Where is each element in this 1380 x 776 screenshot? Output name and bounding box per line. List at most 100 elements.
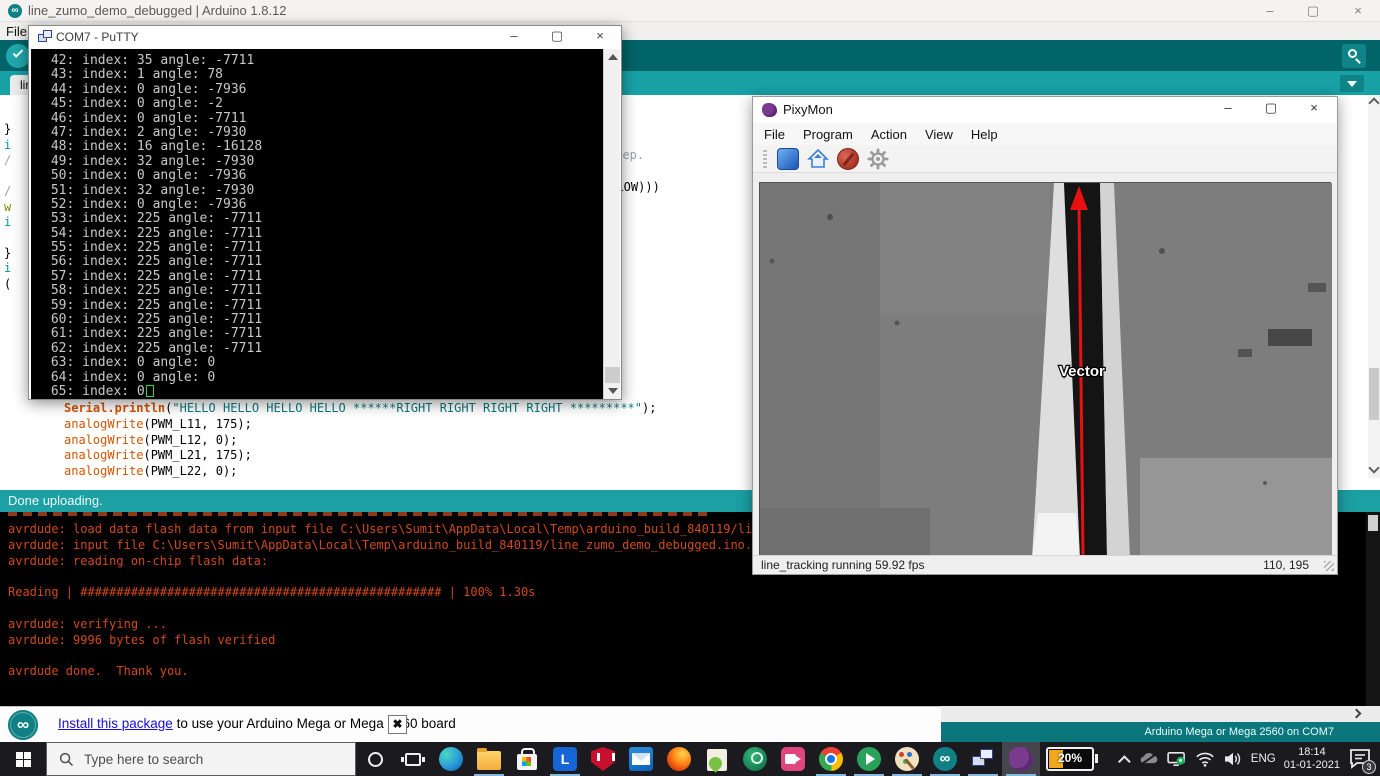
putty-window-title: COM7 - PuTTY — [56, 30, 139, 44]
check-icon — [13, 47, 24, 58]
editor-scrollbar[interactable] — [1368, 95, 1380, 478]
action-center-button[interactable]: 3 — [1348, 746, 1374, 772]
taskbar-app-chrome[interactable] — [812, 742, 850, 776]
taskbar-app-lively[interactable]: L — [546, 742, 584, 776]
display-icon[interactable] — [777, 148, 799, 170]
taskbar-app-store[interactable] — [508, 742, 546, 776]
home-icon[interactable] — [807, 148, 829, 170]
line-tracking-view: Vector — [760, 183, 1332, 558]
scroll-up-icon[interactable] — [608, 54, 618, 60]
taskbar-app-green-play[interactable] — [850, 742, 888, 776]
taskbar-app-arduino[interactable]: ∞ — [926, 742, 964, 776]
scroll-down-icon[interactable] — [608, 388, 618, 394]
putty-titlebar[interactable]: COM7 - PuTTY – ▢ × — [29, 26, 621, 49]
putty-scrollbar[interactable] — [603, 49, 620, 399]
taskbar-app-android-studio[interactable] — [736, 742, 774, 776]
putty-minimize-button[interactable]: – — [499, 27, 529, 45]
taskbar-app-putty[interactable] — [964, 742, 1002, 776]
firefox-icon — [667, 747, 691, 771]
arduino-minimize-button[interactable]: – — [1255, 2, 1285, 20]
language-indicator[interactable]: ENG — [1251, 753, 1276, 765]
volume-icon[interactable] — [1223, 751, 1243, 767]
task-view-button[interactable] — [394, 742, 432, 776]
arduino-app-icon: ∞ — [8, 4, 22, 18]
board-notification-bar: ∞ Install this package to use your Ardui… — [0, 706, 941, 742]
cortana-button[interactable] — [356, 742, 394, 776]
install-package-link[interactable]: Install this package — [58, 716, 173, 731]
scroll-up-icon[interactable] — [1368, 97, 1379, 108]
pixymon-window-title: PixyMon — [783, 102, 833, 117]
resize-grip[interactable] — [1324, 561, 1334, 571]
file-explorer-icon — [477, 751, 501, 770]
toolbar-grip — [763, 150, 767, 168]
windows-logo-icon — [16, 752, 31, 767]
pixymon-statusbar: line_tracking running 59.92 fps 110, 195 — [753, 555, 1337, 574]
chevron-right-icon[interactable] — [1352, 709, 1362, 719]
desktop: ∞ line_zumo_demo_debugged | Arduino 1.8.… — [0, 0, 1380, 776]
putty-terminal[interactable]: 42: index: 35 angle: -7711 43: index: 1 … — [31, 49, 604, 399]
search-input[interactable]: Type here to search — [46, 742, 356, 776]
arduino-window-title: line_zumo_demo_debugged | Arduino 1.8.12 — [28, 3, 287, 18]
pixymon-close-button[interactable]: × — [1299, 99, 1329, 117]
battery-meter[interactable]: 20% — [1046, 747, 1094, 771]
pixymon-minimize-button[interactable]: – — [1213, 99, 1243, 117]
verify-button[interactable] — [6, 44, 30, 68]
pixymon-menu-item[interactable]: View — [925, 127, 953, 142]
camera-feed: Vector — [759, 182, 1331, 557]
pixymon-menu-item[interactable]: File — [764, 127, 785, 142]
raw-video-icon[interactable] — [837, 148, 859, 170]
scroll-down-icon[interactable] — [1368, 462, 1379, 473]
taskbar-app-paint[interactable] — [888, 742, 926, 776]
edge-icon — [439, 747, 463, 771]
serial-monitor-button[interactable] — [1342, 44, 1366, 68]
configure-gear-icon[interactable] — [867, 148, 889, 170]
arduino-titlebar[interactable]: ∞ line_zumo_demo_debugged | Arduino 1.8.… — [0, 0, 1380, 22]
arduino-menu-item[interactable]: File — [6, 24, 27, 39]
taskbar-app-notepad-plus[interactable] — [698, 742, 736, 776]
taskbar-app-pixymon[interactable] — [1002, 742, 1040, 776]
clock-date: 01-01-2021 — [1284, 759, 1340, 772]
mail-icon — [629, 747, 653, 771]
putty-maximize-button[interactable]: ▢ — [542, 27, 572, 45]
scrollbar-thumb[interactable] — [605, 367, 620, 383]
taskbar-app-mail[interactable] — [622, 742, 660, 776]
pixymon-menu-item[interactable]: Help — [971, 127, 998, 142]
taskbar-app-file-explorer[interactable] — [470, 742, 508, 776]
wifi-icon[interactable] — [1195, 751, 1215, 767]
taskbar-app-video[interactable] — [774, 742, 812, 776]
task-view-icon — [405, 753, 421, 766]
cursor-coordinates: 110, 195 — [1263, 558, 1309, 572]
clock[interactable]: 18:14 01-01-2021 — [1284, 746, 1340, 772]
pixymon-titlebar[interactable]: PixyMon – ▢ × — [753, 97, 1337, 123]
arduino-close-button[interactable]: × — [1343, 2, 1373, 20]
arduino-logo-icon: ∞ — [8, 710, 38, 740]
tracking-status: line_tracking running 59.92 fps — [761, 558, 924, 572]
taskbar: Type here to search L ∞ 20% ENG — [0, 742, 1380, 776]
terminal-lines: 42: index: 35 angle: -7711 43: index: 1 … — [43, 53, 604, 398]
putty-window: COM7 - PuTTY – ▢ × 42: index: 35 angle: … — [28, 25, 622, 400]
onedrive-paused-icon[interactable] — [1139, 751, 1159, 767]
pixymon-window: PixyMon – ▢ × File Program Action View Help — [752, 96, 1338, 575]
start-button[interactable] — [0, 742, 46, 776]
console-scrollbar[interactable] — [1366, 512, 1380, 706]
arduino-maximize-button[interactable]: ▢ — [1298, 2, 1328, 20]
hidden-icons-chevron[interactable] — [1118, 755, 1131, 768]
notification-close-button[interactable]: ✖ — [388, 715, 407, 734]
location-display-icon[interactable] — [1167, 751, 1187, 767]
paint-icon — [895, 747, 919, 771]
pixymon-menu-item[interactable]: Program — [803, 127, 853, 142]
taskbar-app-edge[interactable] — [432, 742, 470, 776]
vector-label: Vector — [1059, 363, 1105, 380]
clock-time: 18:14 — [1284, 746, 1340, 759]
tab-menu-button[interactable] — [1340, 75, 1364, 92]
taskbar-app-firefox[interactable] — [660, 742, 698, 776]
system-tray: ENG 18:14 01-01-2021 3 — [1122, 746, 1380, 772]
taskbar-app-mcafee[interactable] — [584, 742, 622, 776]
code-block: Serial.println("HELLO HELLO HELLO HELLO … — [64, 401, 656, 480]
scrollbar-thumb[interactable] — [1369, 368, 1379, 420]
battery-percent: 20% — [1048, 751, 1092, 765]
pixymon-maximize-button[interactable]: ▢ — [1256, 99, 1286, 117]
putty-close-button[interactable]: × — [585, 27, 615, 45]
video-app-icon — [781, 747, 805, 771]
pixymon-menu-item[interactable]: Action — [871, 127, 907, 142]
